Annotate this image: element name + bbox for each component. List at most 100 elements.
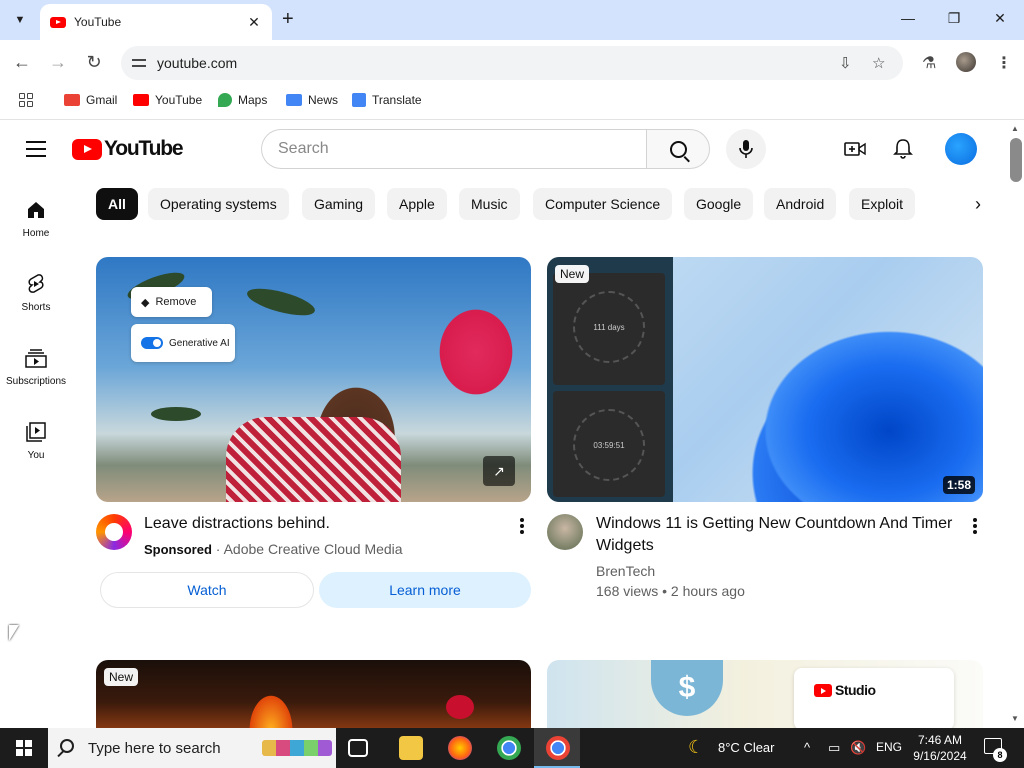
firefox-icon[interactable] bbox=[448, 736, 472, 760]
bookmark-gmail[interactable]: Gmail bbox=[64, 93, 117, 107]
minimize-button[interactable]: — bbox=[898, 10, 918, 26]
ad-title[interactable]: Leave distractions behind. bbox=[144, 513, 504, 535]
chip-android[interactable]: Android bbox=[764, 188, 837, 220]
external-link-icon[interactable]: ↗ bbox=[483, 456, 515, 486]
volume-muted-icon[interactable]: 🔇 bbox=[850, 740, 866, 756]
countdown-widget: 111 days bbox=[553, 273, 665, 385]
account-avatar[interactable] bbox=[945, 133, 977, 165]
weather-text[interactable]: 8°C Clear bbox=[718, 740, 775, 755]
language-indicator[interactable]: ENG bbox=[876, 740, 902, 754]
create-video-icon bbox=[844, 142, 866, 156]
home-icon bbox=[24, 198, 48, 222]
advertiser-name[interactable]: Adobe Creative Cloud Media bbox=[224, 541, 403, 557]
video-title[interactable]: Windows 11 is Getting New Countdown And … bbox=[596, 513, 964, 557]
shorts-icon bbox=[24, 272, 48, 296]
bell-icon bbox=[893, 139, 913, 159]
channel-name[interactable]: BrenTech bbox=[596, 561, 655, 581]
notifications-button[interactable] bbox=[892, 138, 914, 160]
remove-overlay-pill: ◆ Remove bbox=[131, 287, 212, 317]
subscriptions-icon bbox=[24, 346, 48, 370]
guide-menu-icon[interactable] bbox=[26, 141, 46, 157]
sidebar-item-you[interactable]: You bbox=[0, 414, 72, 484]
chips-next-chevron-icon[interactable]: › bbox=[966, 194, 990, 215]
voice-search-button[interactable] bbox=[726, 129, 766, 169]
windows-start-icon[interactable] bbox=[16, 740, 32, 756]
search-input[interactable] bbox=[261, 129, 646, 169]
ad-more-options-icon[interactable] bbox=[520, 518, 524, 534]
video-thumbnail-row2-left[interactable]: New bbox=[96, 660, 531, 730]
search-highlight-icon[interactable] bbox=[262, 740, 332, 756]
chrome-active-icon bbox=[546, 736, 570, 760]
back-button[interactable]: ← bbox=[12, 52, 32, 72]
file-explorer-icon[interactable] bbox=[399, 736, 423, 760]
microphone-icon bbox=[739, 140, 753, 158]
notification-count-badge: 8 bbox=[993, 748, 1007, 762]
youtube-logo[interactable]: YouTube bbox=[72, 137, 184, 161]
chip-operating-systems[interactable]: Operating systems bbox=[148, 188, 289, 220]
chip-apple[interactable]: Apple bbox=[387, 188, 447, 220]
chip-exploit[interactable]: Exploit bbox=[849, 188, 916, 220]
video-thumbnail-row2-right[interactable]: $ Studio bbox=[547, 660, 983, 730]
dollar-coin-icon: $ bbox=[651, 660, 723, 716]
forward-button[interactable]: → bbox=[48, 52, 68, 72]
bookmark-news[interactable]: News bbox=[286, 93, 338, 107]
tab-search-button[interactable]: ▼ bbox=[8, 8, 32, 32]
weather-moon-icon[interactable]: ☾ bbox=[688, 737, 704, 758]
chip-google[interactable]: Google bbox=[684, 188, 754, 220]
new-badge: New bbox=[555, 265, 590, 283]
toggle-icon bbox=[141, 337, 163, 349]
network-icon[interactable]: ▭ bbox=[828, 740, 840, 756]
bookmark-maps[interactable]: Maps bbox=[218, 93, 267, 107]
advertiser-avatar[interactable] bbox=[96, 514, 132, 550]
address-bar[interactable]: youtube.com ⇩ ☆ bbox=[121, 46, 903, 80]
tab-close-icon[interactable]: ✕ bbox=[246, 14, 262, 31]
eraser-icon: ◆ bbox=[141, 296, 150, 309]
youtube-icon bbox=[133, 94, 149, 106]
bookmark-translate[interactable]: Translate bbox=[352, 93, 422, 107]
chrome-icon[interactable] bbox=[497, 736, 521, 760]
install-app-icon[interactable]: ⇩ bbox=[839, 54, 852, 72]
site-info-icon[interactable] bbox=[131, 55, 147, 71]
mouse-cursor-icon bbox=[9, 625, 19, 641]
chip-music[interactable]: Music bbox=[459, 188, 520, 220]
new-tab-button[interactable]: + bbox=[282, 9, 294, 29]
channel-avatar[interactable] bbox=[547, 514, 583, 550]
chip-all[interactable]: All bbox=[96, 188, 138, 220]
watch-button[interactable]: Watch bbox=[100, 572, 314, 608]
system-clock[interactable]: 7:46 AM 9/16/2024 bbox=[908, 732, 972, 764]
url-text: youtube.com bbox=[157, 55, 238, 71]
chip-gaming[interactable]: Gaming bbox=[302, 188, 376, 220]
scrollbar-thumb[interactable] bbox=[1010, 138, 1022, 182]
ad-thumbnail[interactable]: ◆ Remove Generative AI ↗ bbox=[96, 257, 531, 502]
bookmark-star-icon[interactable]: ☆ bbox=[872, 54, 885, 72]
taskbar-search-icon bbox=[60, 739, 74, 753]
browser-profile-avatar[interactable] bbox=[956, 52, 976, 72]
reload-button[interactable]: ↻ bbox=[84, 52, 104, 72]
sidebar-item-home[interactable]: Home bbox=[0, 192, 72, 262]
create-video-button[interactable] bbox=[844, 138, 866, 160]
tab-youtube[interactable]: YouTube ✕ bbox=[40, 4, 272, 40]
tray-overflow-chevron-icon[interactable]: ^ bbox=[804, 740, 810, 755]
learn-more-button[interactable]: Learn more bbox=[319, 572, 531, 608]
scroll-up-arrow-icon[interactable]: ▲ bbox=[1011, 124, 1019, 133]
labs-flask-icon[interactable]: ⚗ bbox=[922, 53, 936, 73]
apps-grid-icon[interactable] bbox=[19, 93, 33, 107]
youtube-logo-icon bbox=[72, 138, 102, 160]
scroll-down-arrow-icon[interactable]: ▼ bbox=[1011, 714, 1019, 723]
task-view-icon[interactable] bbox=[348, 739, 368, 757]
sidebar-item-shorts[interactable]: Shorts bbox=[0, 266, 72, 336]
page-scrollbar[interactable] bbox=[1008, 121, 1024, 728]
browser-menu-icon[interactable]: ⋮ bbox=[996, 53, 1012, 73]
palm-decoration bbox=[151, 407, 201, 421]
video-duration: 1:58 bbox=[942, 476, 975, 494]
video-thumbnail[interactable]: 111 days 03:59:51 New 1:58 bbox=[547, 257, 983, 502]
sidebar-item-subscriptions[interactable]: Subscriptions bbox=[0, 340, 72, 410]
gmail-icon bbox=[64, 94, 80, 106]
youtube-masthead: YouTube bbox=[0, 121, 1008, 177]
restore-button[interactable]: ❐ bbox=[944, 10, 964, 27]
bookmark-youtube[interactable]: YouTube bbox=[133, 93, 202, 107]
video-more-options-icon[interactable] bbox=[973, 518, 977, 534]
close-window-button[interactable]: ✕ bbox=[990, 10, 1010, 27]
search-button[interactable] bbox=[646, 129, 710, 169]
chip-computer-science[interactable]: Computer Science bbox=[533, 188, 673, 220]
